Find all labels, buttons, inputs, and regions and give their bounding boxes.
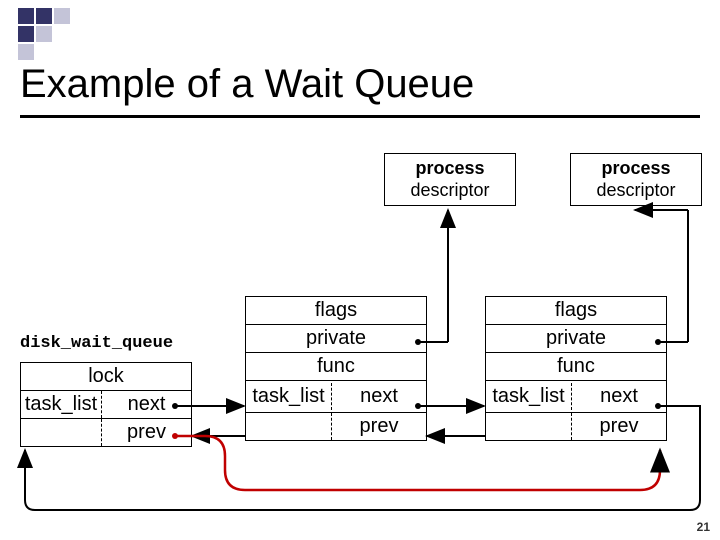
title-underline	[20, 115, 700, 118]
decoration-square	[36, 8, 52, 24]
process-descriptor-box: process descriptor	[570, 153, 702, 206]
pd-line1: process	[571, 158, 701, 180]
tasklist-field: task_list	[486, 383, 572, 410]
page-title: Example of a Wait Queue	[20, 62, 474, 107]
wait-queue-label: disk_wait_queue	[20, 334, 173, 353]
prev-field: prev	[332, 413, 426, 440]
prev-field: prev	[102, 419, 191, 446]
next-field: next	[102, 391, 191, 418]
private-field: private	[246, 325, 426, 353]
pd-line2: descriptor	[571, 180, 701, 202]
flags-field: flags	[246, 297, 426, 325]
pd-line1: process	[385, 158, 515, 180]
decoration-square	[54, 8, 70, 24]
tasklist-empty	[486, 413, 572, 440]
wait-queue-node: flags private func task_list next prev	[245, 296, 427, 441]
decoration-square	[18, 44, 34, 60]
private-field: private	[486, 325, 666, 353]
tasklist-field: task_list	[21, 391, 102, 418]
next-field: next	[572, 383, 666, 410]
pd-line2: descriptor	[385, 180, 515, 202]
decoration-square	[18, 26, 34, 42]
flags-field: flags	[486, 297, 666, 325]
wait-queue-node: flags private func task_list next prev	[485, 296, 667, 441]
prev-field: prev	[572, 413, 666, 440]
next-field: next	[332, 383, 426, 410]
tasklist-empty	[21, 419, 102, 446]
tasklist-field: task_list	[246, 383, 332, 410]
func-field: func	[246, 353, 426, 381]
lock-field: lock	[21, 363, 191, 391]
page-number: 21	[697, 520, 710, 534]
decoration-square	[36, 26, 52, 42]
decoration-square	[18, 8, 34, 24]
process-descriptor-box: process descriptor	[384, 153, 516, 206]
func-field: func	[486, 353, 666, 381]
tasklist-empty	[246, 413, 332, 440]
wait-queue-head-struct: lock task_list next prev	[20, 362, 192, 447]
